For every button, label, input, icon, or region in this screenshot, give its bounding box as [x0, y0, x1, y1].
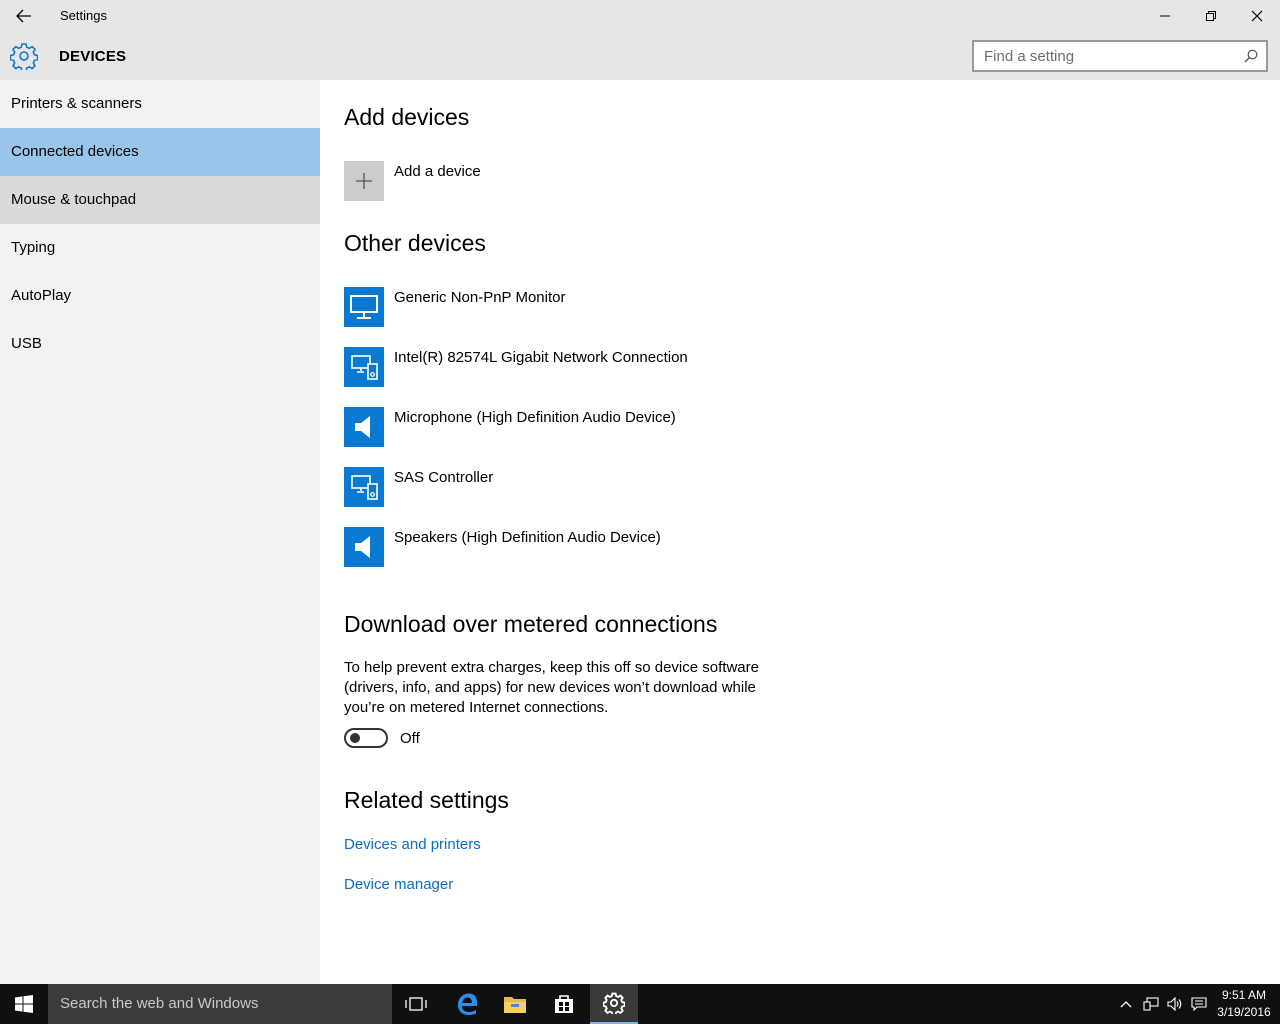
- device-manager-link[interactable]: Device manager: [344, 876, 453, 893]
- device-label[interactable]: Microphone (High Definition Audio Device…: [394, 409, 676, 426]
- window-title: Settings: [60, 8, 107, 23]
- other-devices-heading: Other devices: [344, 230, 486, 256]
- taskbar-search[interactable]: Search the web and Windows: [48, 984, 392, 1024]
- search-box[interactable]: [972, 40, 1268, 72]
- search-icon[interactable]: [1244, 49, 1258, 63]
- store-button[interactable]: [540, 984, 588, 1024]
- close-icon: [1251, 10, 1263, 22]
- device-tile-sas-controller[interactable]: [344, 467, 384, 507]
- chevron-up-icon: [1120, 1001, 1132, 1008]
- settings-header: DEVICES: [0, 32, 1280, 80]
- device-label[interactable]: SAS Controller: [394, 469, 493, 486]
- store-icon: [555, 995, 573, 1013]
- device-tile-network[interactable]: [344, 347, 384, 387]
- sidebar-item-usb[interactable]: USB: [0, 320, 320, 368]
- back-button[interactable]: [0, 0, 48, 32]
- add-devices-heading: Add devices: [344, 104, 470, 130]
- restore-icon: [1206, 11, 1216, 21]
- volume-tray-button[interactable]: [1167, 996, 1183, 1012]
- device-tile-speakers[interactable]: [344, 527, 384, 567]
- device-tile-microphone[interactable]: [344, 407, 384, 447]
- show-hidden-icons-button[interactable]: [1118, 996, 1134, 1012]
- restore-button[interactable]: [1188, 0, 1234, 32]
- close-button[interactable]: [1234, 0, 1280, 32]
- start-button[interactable]: [0, 984, 48, 1024]
- device-label[interactable]: Generic Non-PnP Monitor: [394, 289, 565, 306]
- toggle-knob: [350, 733, 360, 743]
- device-label[interactable]: Speakers (High Definition Audio Device): [394, 529, 661, 546]
- network-tray-button[interactable]: [1143, 996, 1159, 1012]
- task-view-icon: [405, 997, 427, 1011]
- back-arrow-icon: [16, 9, 31, 23]
- generic-device-icon: [351, 475, 378, 500]
- folder-icon: [504, 997, 526, 1013]
- notification-icon: [1191, 997, 1207, 1011]
- windows-logo-icon: [15, 995, 33, 1013]
- gear-icon: [10, 43, 38, 70]
- metered-toggle[interactable]: [344, 728, 388, 748]
- sidebar-item-typing[interactable]: Typing: [0, 224, 320, 272]
- taskbar-clock[interactable]: 9:51 AM 3/19/2016: [1212, 987, 1276, 1021]
- devices-and-printers-link[interactable]: Devices and printers: [344, 836, 481, 853]
- clock-time: 9:51 AM: [1221, 988, 1267, 1002]
- sidebar: Printers & scanners Connected devices Mo…: [0, 80, 320, 984]
- taskbar: Search the web and Windows 9:51 AM 3/19/…: [0, 984, 1280, 1024]
- task-view-button[interactable]: [392, 984, 440, 1024]
- add-device-tile[interactable]: [344, 161, 384, 201]
- minimize-button[interactable]: [1142, 0, 1188, 32]
- device-tile-monitor[interactable]: [344, 287, 384, 327]
- edge-icon: [458, 993, 477, 1015]
- taskbar-search-text: Search the web and Windows: [60, 995, 259, 1012]
- main-content: Add devices Add a device Other devices G…: [320, 80, 1280, 984]
- monitor-icon: [350, 295, 378, 319]
- sidebar-item-autoplay[interactable]: AutoPlay: [0, 272, 320, 320]
- gear-icon: [603, 992, 625, 1014]
- add-device-label[interactable]: Add a device: [394, 163, 481, 180]
- edge-button[interactable]: [443, 984, 491, 1024]
- toggle-state-label: Off: [400, 730, 420, 747]
- settings-taskbar-button[interactable]: [590, 984, 638, 1024]
- plus-icon: [356, 173, 372, 189]
- network-icon: [1143, 997, 1159, 1011]
- related-settings-heading: Related settings: [344, 787, 509, 813]
- search-input[interactable]: [974, 42, 1234, 70]
- speaker-icon: [355, 416, 370, 438]
- sidebar-item-mouse-touchpad[interactable]: Mouse & touchpad: [0, 176, 320, 224]
- title-bar: Settings: [0, 0, 1280, 32]
- volume-icon: [1167, 997, 1182, 1011]
- minimize-icon: [1160, 15, 1170, 17]
- device-label[interactable]: Intel(R) 82574L Gigabit Network Connecti…: [394, 349, 688, 366]
- section-title: DEVICES: [59, 48, 127, 65]
- clock-date: 3/19/2016: [1217, 1005, 1271, 1019]
- file-explorer-button[interactable]: [491, 984, 539, 1024]
- speaker-icon: [355, 536, 370, 558]
- action-center-button[interactable]: [1191, 996, 1207, 1012]
- metered-description: To help prevent extra charges, keep this…: [344, 659, 759, 716]
- generic-device-icon: [351, 355, 378, 380]
- sidebar-item-printers-scanners[interactable]: Printers & scanners: [0, 80, 320, 128]
- metered-heading: Download over metered connections: [344, 611, 718, 637]
- sidebar-item-connected-devices[interactable]: Connected devices: [0, 128, 320, 176]
